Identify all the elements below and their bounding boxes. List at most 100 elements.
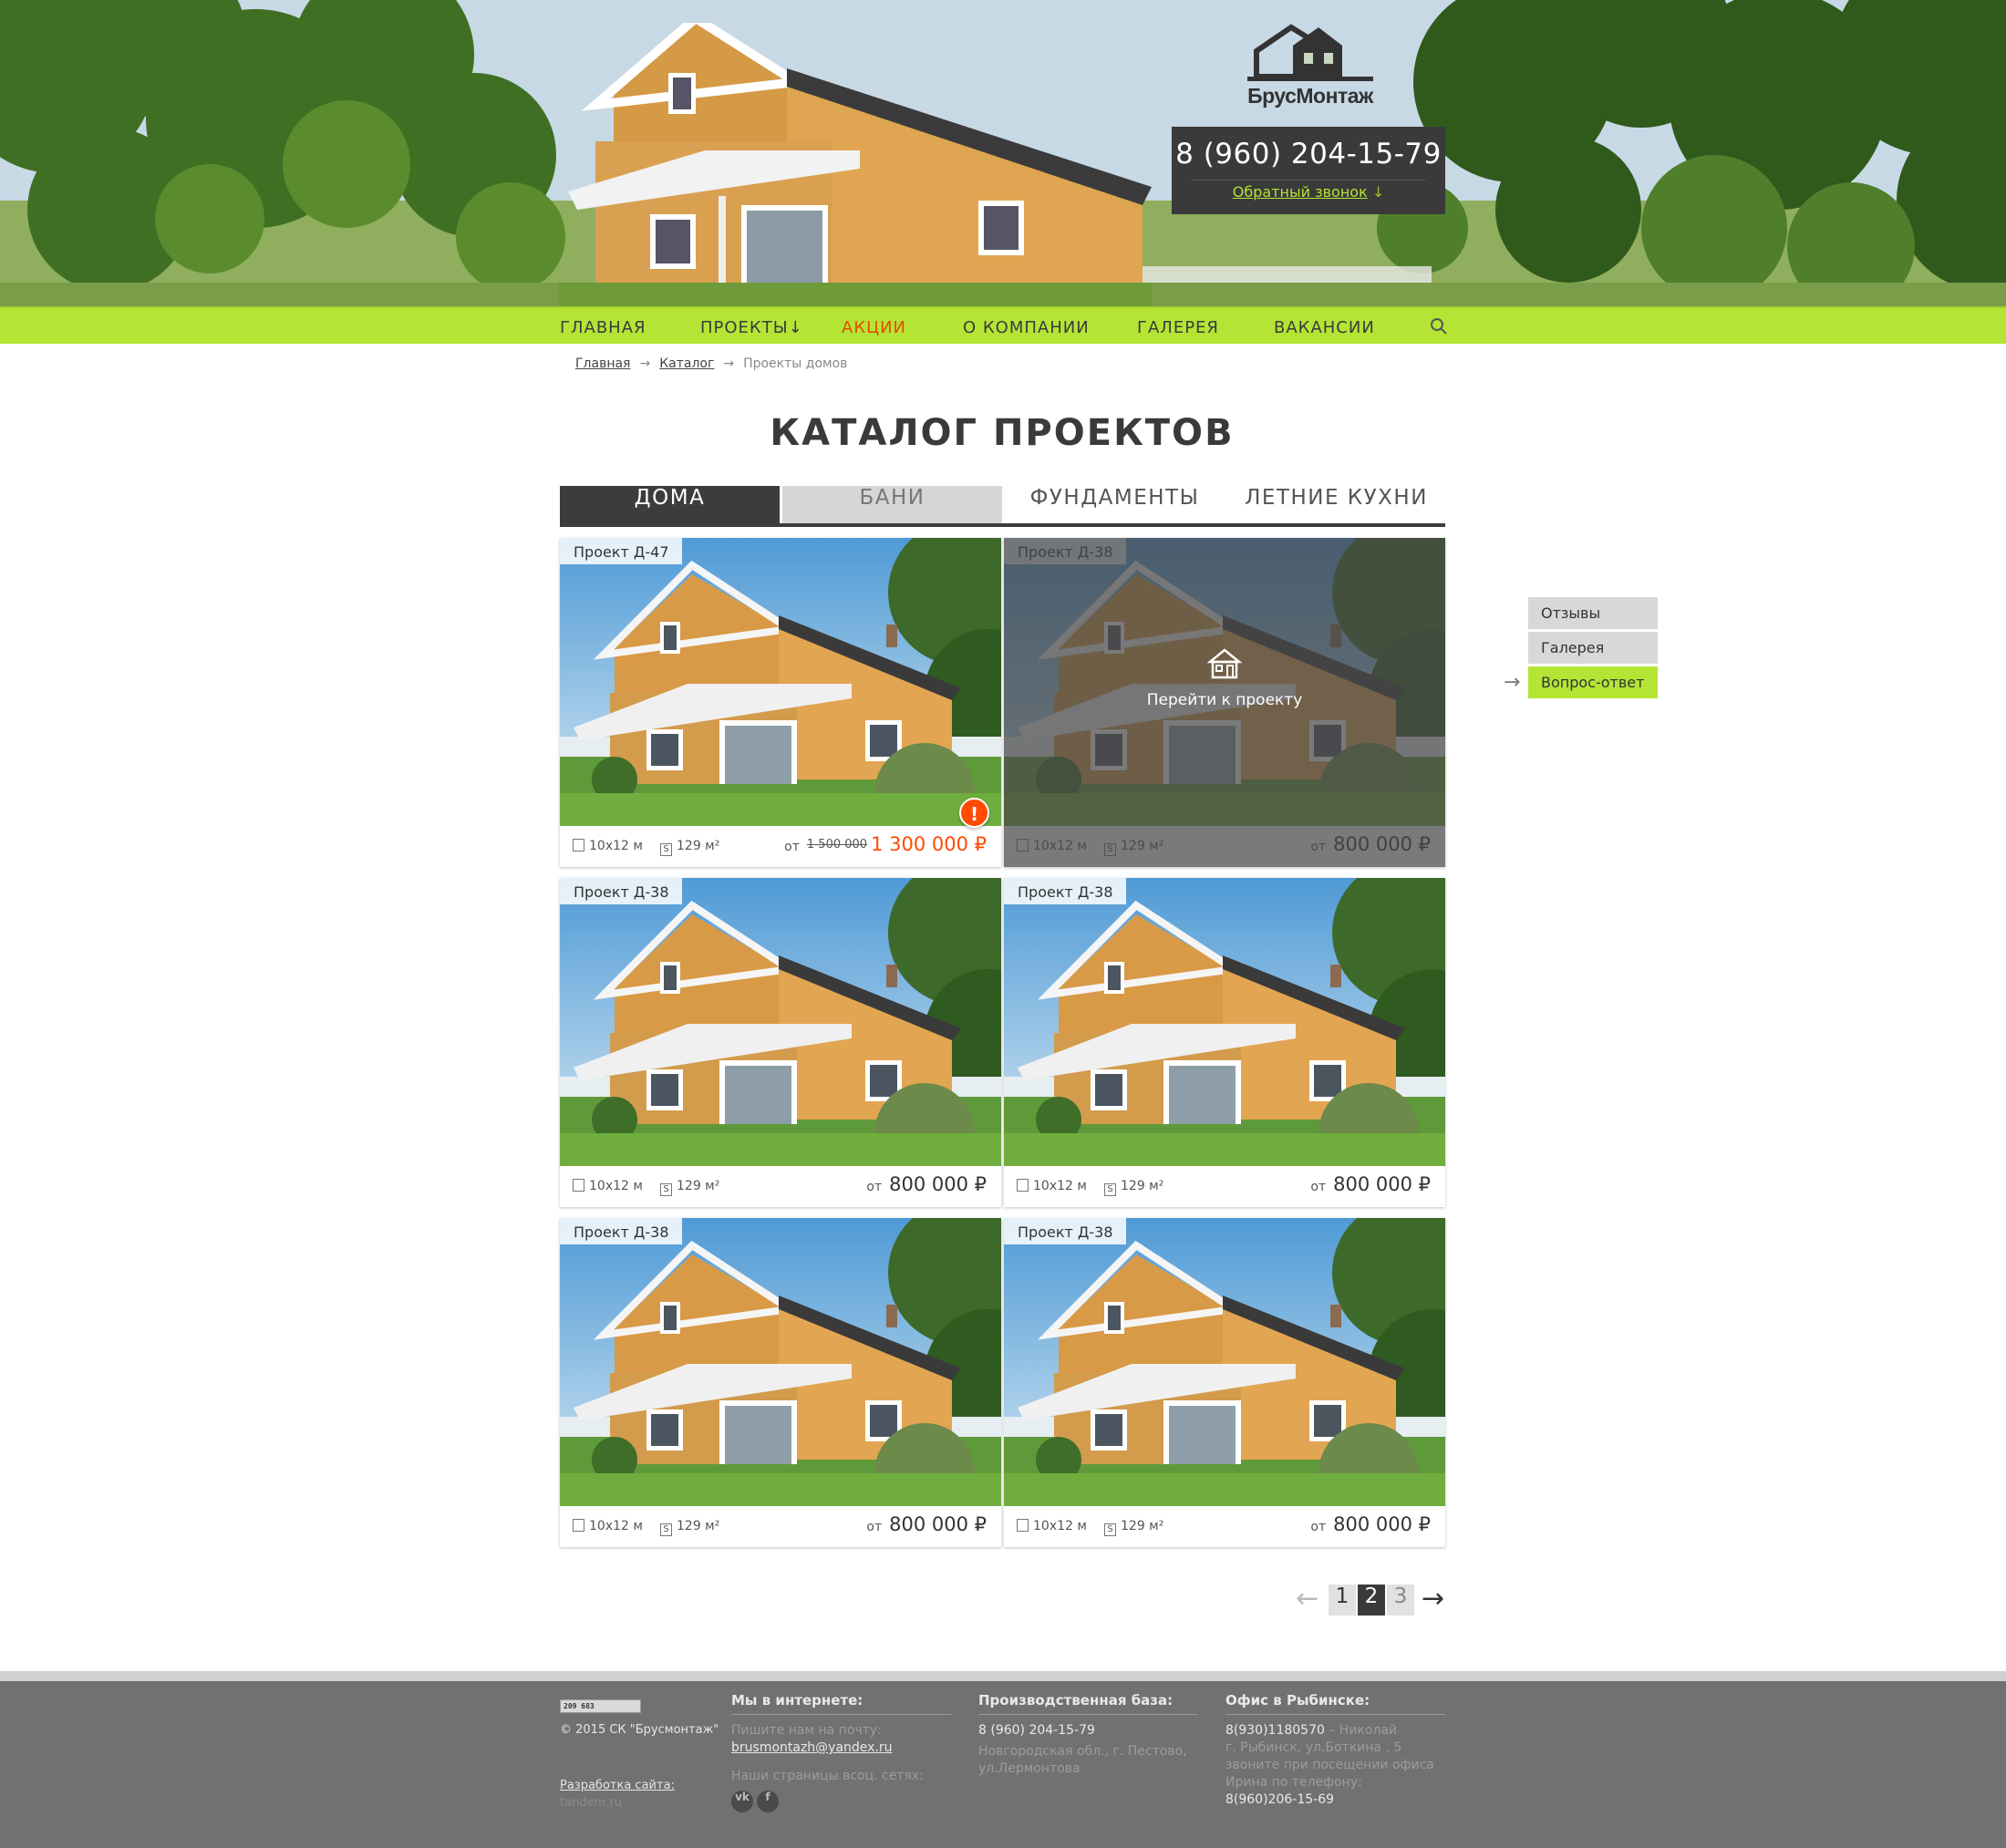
project-hover-overlay[interactable]: Перейти к проекту	[1004, 538, 1445, 867]
facebook-icon[interactable]: f	[757, 1791, 779, 1812]
prev-arrow-icon[interactable]: ←	[1296, 1585, 1318, 1614]
nav-item-home[interactable]: Главная	[560, 318, 646, 337]
project-price: от 800 000 ₽	[1310, 1513, 1431, 1535]
office-note-1: звоните при посещении офиса	[1225, 1758, 1434, 1772]
nav-item-projects[interactable]: Проекты↓	[700, 318, 803, 337]
production-address-1: Новгородская обл., г. Пестово,	[978, 1744, 1187, 1759]
price-prefix: от	[866, 1180, 883, 1194]
side-item-faq[interactable]: Вопрос-ответ	[1528, 666, 1658, 698]
project-price: от 800 000 ₽	[1310, 1173, 1431, 1195]
nav-item-sales[interactable]: Акции	[842, 318, 906, 337]
side-arrow-icon: →	[1504, 671, 1521, 694]
price-prefix: от	[784, 840, 800, 854]
production-address-2: ул.Лермонтова	[978, 1761, 1081, 1776]
project-size-value: 10x12 м	[589, 1179, 643, 1193]
social-label: Наши страницы всоц. сетях:	[731, 1769, 924, 1783]
project-card[interactable]: Проект Д-38 10x12 м S 129 м² от 800 000 ₽	[560, 878, 1001, 1207]
project-area: S 129 м²	[660, 1179, 719, 1196]
footer-production-title: Производственная база:	[978, 1692, 1198, 1715]
office-note-2: Ирина по телефону:	[1225, 1775, 1362, 1790]
email-link[interactable]: brusmontazh@yandex.ru	[731, 1740, 951, 1757]
vk-icon[interactable]: vk	[731, 1791, 753, 1812]
project-name: Проект Д-38	[1004, 878, 1126, 904]
project-image	[560, 538, 1001, 826]
project-size: 10x12 м	[1017, 1519, 1087, 1533]
office-phone-2[interactable]: 8(960)206-15-69	[1225, 1791, 1445, 1809]
project-size-value: 10x12 м	[1033, 1519, 1087, 1533]
floorplan-icon	[1017, 1179, 1029, 1192]
hero-house-image	[559, 23, 1152, 306]
project-card[interactable]: Проект Д-3810x12 мS129 м²от800 000 ₽Пере…	[1004, 538, 1445, 867]
divider	[1192, 180, 1425, 181]
footer-divider	[0, 1671, 2006, 1681]
logo-house-icon	[1247, 24, 1373, 81]
page-2[interactable]: 2	[1358, 1585, 1385, 1616]
developer-name[interactable]: tandem.ru	[560, 1796, 622, 1810]
project-info: 10x12 м S 129 м² от 800 000 ₽	[1004, 1166, 1445, 1207]
category-tabs: ДОМА БАНИ ФУНДАМЕНТЫ ЛЕТНИЕ КУХНИ	[560, 486, 1445, 527]
visit-counter[interactable]: 209 683	[560, 1699, 641, 1713]
project-area-value: 129 м²	[677, 1519, 720, 1533]
project-card[interactable]: Проект Д-38 10x12 м S 129 м² от 800 000 ₽	[1004, 878, 1445, 1207]
area-icon: S	[660, 1523, 672, 1536]
project-image	[1004, 878, 1445, 1166]
copyright: © 2015 СК "Брусмонтаж"	[560, 1723, 719, 1737]
project-size-value: 10x12 м	[589, 1519, 643, 1533]
project-price: от 800 000 ₽	[866, 1173, 987, 1195]
tab-baths[interactable]: БАНИ	[782, 486, 1002, 523]
project-name: Проект Д-38	[1004, 1218, 1126, 1244]
project-area-value: 129 м²	[1121, 1519, 1164, 1533]
page-3[interactable]: 3	[1387, 1585, 1414, 1616]
project-area-value: 129 м²	[1121, 1179, 1164, 1193]
side-item-reviews[interactable]: Отзывы	[1528, 597, 1658, 629]
project-image	[560, 878, 1001, 1166]
footer-online: Мы в интернете: Пишите нам на почту: bru…	[731, 1692, 951, 1812]
search-icon[interactable]	[1430, 317, 1448, 336]
project-price: от 1 500 000 1 300 000 ₽	[784, 833, 987, 855]
project-name: Проект Д-47	[560, 538, 682, 564]
floorplan-icon	[1017, 1519, 1029, 1532]
house-icon	[1206, 648, 1243, 679]
floorplan-icon	[573, 1179, 584, 1192]
project-area: S 129 м²	[1104, 1519, 1163, 1536]
project-area: S 129 м²	[660, 839, 719, 856]
logo[interactable]: БрусМонтаж	[1247, 24, 1373, 115]
footer-production: Производственная база: 8 (960) 204-15-79…	[978, 1692, 1198, 1778]
breadcrumb-current: Проекты домов	[743, 356, 848, 371]
project-area: S 129 м²	[1104, 1179, 1163, 1196]
project-image	[560, 1218, 1001, 1506]
callback-link[interactable]: Обратный звонок ↓	[1172, 183, 1445, 201]
next-arrow-icon[interactable]: →	[1422, 1585, 1444, 1614]
side-item-gallery[interactable]: Галерея	[1528, 632, 1658, 664]
arrow-down-icon: ↓	[1371, 183, 1385, 201]
project-card[interactable]: Проект Д-38 10x12 м S 129 м² от 800 000 ₽	[1004, 1218, 1445, 1547]
floorplan-icon	[573, 839, 584, 852]
tab-houses[interactable]: ДОМА	[560, 486, 780, 523]
nav-item-gallery[interactable]: Галерея	[1137, 318, 1219, 337]
project-size: 10x12 м	[1017, 1179, 1087, 1193]
project-size-value: 10x12 м	[1033, 1179, 1087, 1193]
office-phone-1[interactable]: 8(930)1180570	[1225, 1723, 1325, 1738]
tab-foundations[interactable]: ФУНДАМЕНТЫ	[1005, 486, 1225, 523]
page-1[interactable]: 1	[1329, 1585, 1356, 1616]
nav-item-about[interactable]: О компании	[963, 318, 1090, 337]
price: 800 000 ₽	[1333, 1513, 1431, 1535]
area-icon: S	[1104, 1523, 1116, 1536]
breadcrumb-catalog[interactable]: Каталог	[659, 356, 714, 371]
hero-banner: БрусМонтаж 8 (960) 204-15-79 Обратный зв…	[0, 0, 2006, 306]
project-name: Проект Д-38	[560, 878, 682, 904]
developer-link[interactable]: Разработка сайта:	[560, 1779, 675, 1792]
project-card[interactable]: Проект Д-38 10x12 м S 129 м² от 800 000 ₽	[560, 1218, 1001, 1547]
phone-number[interactable]: 8 (960) 204-15-79	[1172, 138, 1445, 170]
breadcrumb-home[interactable]: Главная	[575, 356, 630, 371]
nav-item-vacancies[interactable]: Вакансии	[1274, 318, 1375, 337]
area-icon: S	[660, 843, 672, 856]
project-area: S 129 м²	[660, 1519, 719, 1536]
project-area-value: 129 м²	[677, 839, 720, 853]
project-info: 10x12 м S 129 м² от 800 000 ₽	[1004, 1506, 1445, 1547]
project-card[interactable]: Проект Д-47 10x12 м S 129 м² от 1 500 000 1 30…	[560, 538, 1001, 867]
project-size: 10x12 м	[573, 1519, 643, 1533]
production-phone[interactable]: 8 (960) 204-15-79	[978, 1722, 1198, 1740]
tab-summer-kitchens[interactable]: ЛЕТНИЕ КУХНИ	[1226, 486, 1446, 523]
main-nav: Главная Проекты↓ Акции О компании Галере…	[0, 306, 2006, 344]
